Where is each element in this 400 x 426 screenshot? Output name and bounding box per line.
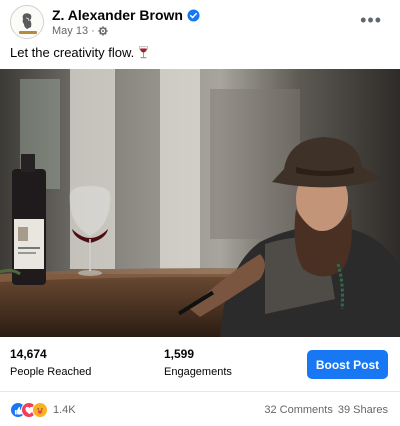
comments-count-link[interactable]: 32 Comments	[264, 404, 332, 416]
engagement-summary: 32 Comments 39 Shares	[264, 404, 388, 416]
engagements-value: 1,599	[164, 347, 195, 361]
post-photo[interactable]	[0, 69, 400, 337]
brand-logo-icon	[12, 7, 43, 38]
boost-post-button[interactable]: Boost Post	[307, 350, 388, 379]
engagements-stat: 1,599 Engagements	[164, 347, 232, 378]
people-reached-label: People Reached	[10, 366, 92, 378]
reactions-summary[interactable]: 1.4K	[10, 402, 76, 418]
meta-separator: ·	[91, 25, 95, 37]
post-header: Z. Alexander Brown May 13 · •••	[0, 0, 400, 42]
verified-badge-icon	[187, 8, 200, 22]
post-text: Let the creativity flow.	[10, 45, 135, 60]
wine-glass-icon	[139, 46, 149, 59]
care-reaction-icon	[32, 402, 48, 418]
post-insights: 14,674 People Reached 1,599 Engagements …	[0, 337, 400, 392]
post-footer: 1.4K 32 Comments 39 Shares	[0, 392, 400, 426]
gear-icon	[98, 26, 108, 36]
post-date[interactable]: May 13	[52, 25, 88, 37]
people-reached-value: 14,674	[10, 347, 47, 361]
avatar[interactable]	[10, 5, 44, 39]
author-name[interactable]: Z. Alexander Brown	[52, 7, 183, 23]
post-caption: Let the creativity flow.	[10, 45, 149, 60]
photo-image	[0, 69, 400, 337]
reaction-count: 1.4K	[53, 404, 76, 416]
more-options-icon[interactable]: •••	[360, 11, 382, 29]
shares-count-link[interactable]: 39 Shares	[338, 404, 388, 416]
engagements-label: Engagements	[164, 366, 232, 378]
people-reached-stat: 14,674 People Reached	[10, 347, 91, 378]
